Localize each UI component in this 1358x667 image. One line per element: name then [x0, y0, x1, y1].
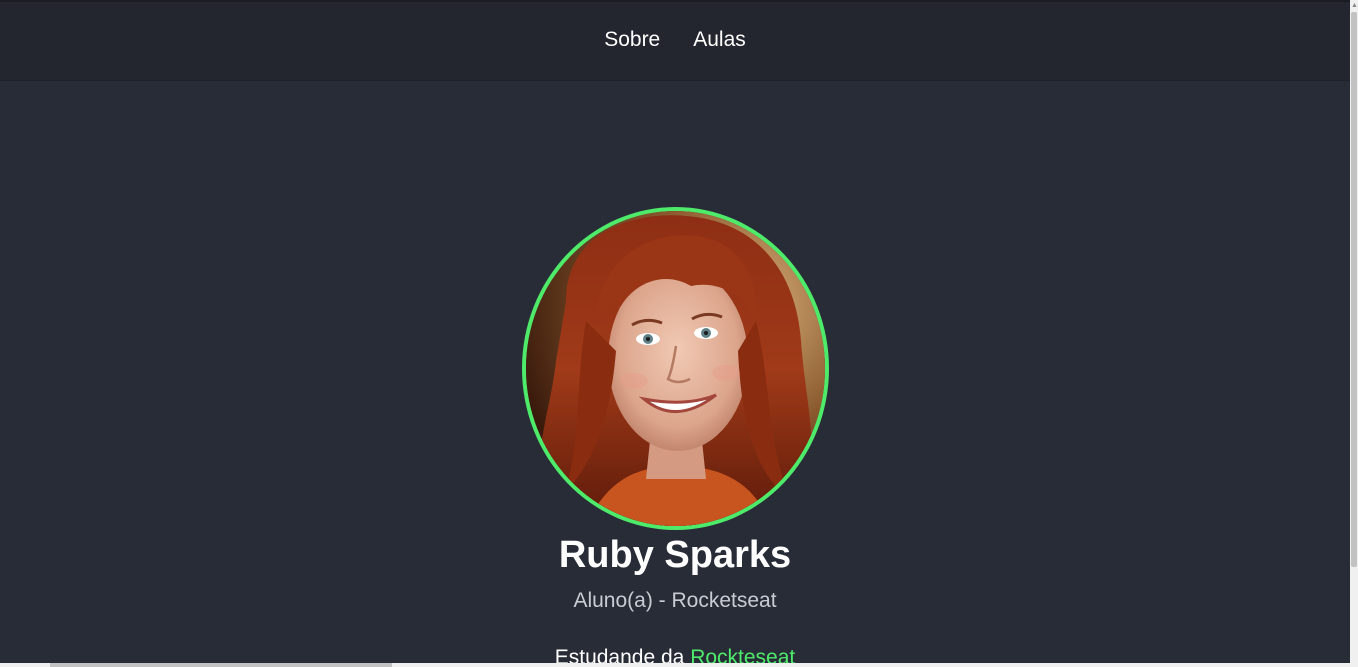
horizontal-scrollbar[interactable]: [0, 663, 1350, 667]
profile-section: Ruby Sparks Aluno(a) - Rocketseat Estuda…: [0, 81, 1350, 667]
horizontal-scroll-thumb[interactable]: [50, 663, 392, 667]
page: Sobre Aulas Ruby Sparks Aluno(a) - Rocke…: [0, 0, 1358, 667]
vertical-scrollbar[interactable]: ▲: [1350, 0, 1358, 667]
profile-name: Ruby Sparks: [558, 534, 792, 576]
nav-link-aulas[interactable]: Aulas: [693, 28, 746, 52]
main-nav: Sobre Aulas: [604, 28, 746, 52]
top-nav-bar: Sobre Aulas: [0, 0, 1350, 81]
profile-role: Aluno(a) - Rocketseat: [573, 589, 777, 612]
nav-link-sobre[interactable]: Sobre: [604, 28, 660, 52]
scroll-up-icon[interactable]: ▲: [1351, 2, 1358, 10]
avatar-photo: [526, 211, 825, 526]
vertical-scroll-thumb[interactable]: [1351, 12, 1357, 567]
avatar: [522, 207, 829, 530]
